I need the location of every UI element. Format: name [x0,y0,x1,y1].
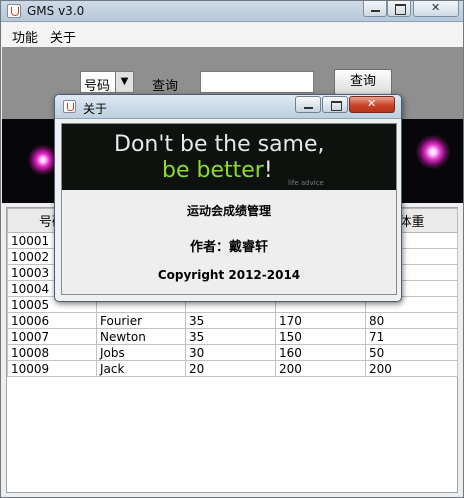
table-cell[interactable]: 35 [185,312,276,329]
window-title: GMS v3.0 [27,4,85,18]
menu-function[interactable]: 功能 [12,27,38,46]
table-row[interactable]: 10009 Jack 20 200 200 [7,360,458,377]
table-cell[interactable]: 10006 [7,312,97,329]
table-cell[interactable]: Fourier [96,312,186,329]
table-cell[interactable]: 160 [275,344,366,361]
table-cell[interactable]: 200 [365,360,458,377]
main-titlebar[interactable]: GMS v3.0 [1,1,463,22]
query-button[interactable]: 查询 [334,69,392,95]
search-field-value: 号码 [84,79,111,94]
table-cell[interactable]: 35 [185,328,276,345]
app-name: 运动会成绩管理 [186,204,271,218]
table-cell[interactable]: 200 [275,360,366,377]
table-cell[interactable]: 20 [185,360,276,377]
slogan-caption: life advice [288,179,324,187]
dialog-minimize-button[interactable] [295,96,321,113]
table-cell[interactable]: 80 [365,312,458,329]
slogan-line-2: be better! [162,158,273,183]
table-row[interactable]: 10006 Fourier 35 170 80 [7,312,458,329]
minimize-button[interactable] [363,1,387,17]
table-cell[interactable]: Newton [96,328,186,345]
dialog-title: 关于 [83,102,108,116]
table-cell[interactable]: 71 [365,328,458,345]
dialog-titlebar[interactable]: 关于 [55,95,401,119]
close-button[interactable] [413,1,459,17]
dialog-close-button[interactable] [349,96,395,113]
copyright-text: Copyright 2012-2014 [157,268,301,282]
menu-bar: 功能 关于 [2,23,463,47]
table-cell[interactable]: 50 [365,344,458,361]
chevron-down-icon[interactable]: ▼ [115,72,133,92]
table-row[interactable]: 10007 Newton 35 150 71 [7,328,458,345]
menu-about[interactable]: 关于 [50,27,76,46]
glow-orb-icon [416,135,450,169]
slogan-exclaim: ! [263,158,273,183]
table-cell[interactable]: 10007 [7,328,97,345]
maximize-button[interactable] [387,1,411,17]
dialog-body: Don't be the same, be better! life advic… [61,123,397,295]
table-cell[interactable]: Jack [96,360,186,377]
dialog-maximize-button[interactable] [322,96,348,113]
table-cell[interactable]: 170 [275,312,366,329]
table-cell[interactable]: 10008 [7,344,97,361]
table-cell[interactable]: 150 [275,328,366,345]
about-dialog: 关于 Don't be the same, be better! life ad… [54,94,402,302]
slogan-line-1: Don't be the same, [114,132,325,157]
java-icon [63,100,76,113]
search-field-select[interactable]: 号码 ▼ [80,71,134,94]
table-cell[interactable]: 10009 [7,360,97,377]
java-icon [7,4,21,18]
slogan-green-text: be better [162,158,264,183]
table-cell[interactable]: Jobs [96,344,186,361]
table-cell[interactable]: 30 [185,344,276,361]
slogan-image: Don't be the same, be better! life advic… [62,124,396,190]
author-text: 作者：戴睿轩 [189,240,268,255]
query-label: 查询 [152,79,179,94]
table-row[interactable]: 10008 Jobs 30 160 50 [7,344,458,361]
query-input[interactable] [200,71,314,93]
